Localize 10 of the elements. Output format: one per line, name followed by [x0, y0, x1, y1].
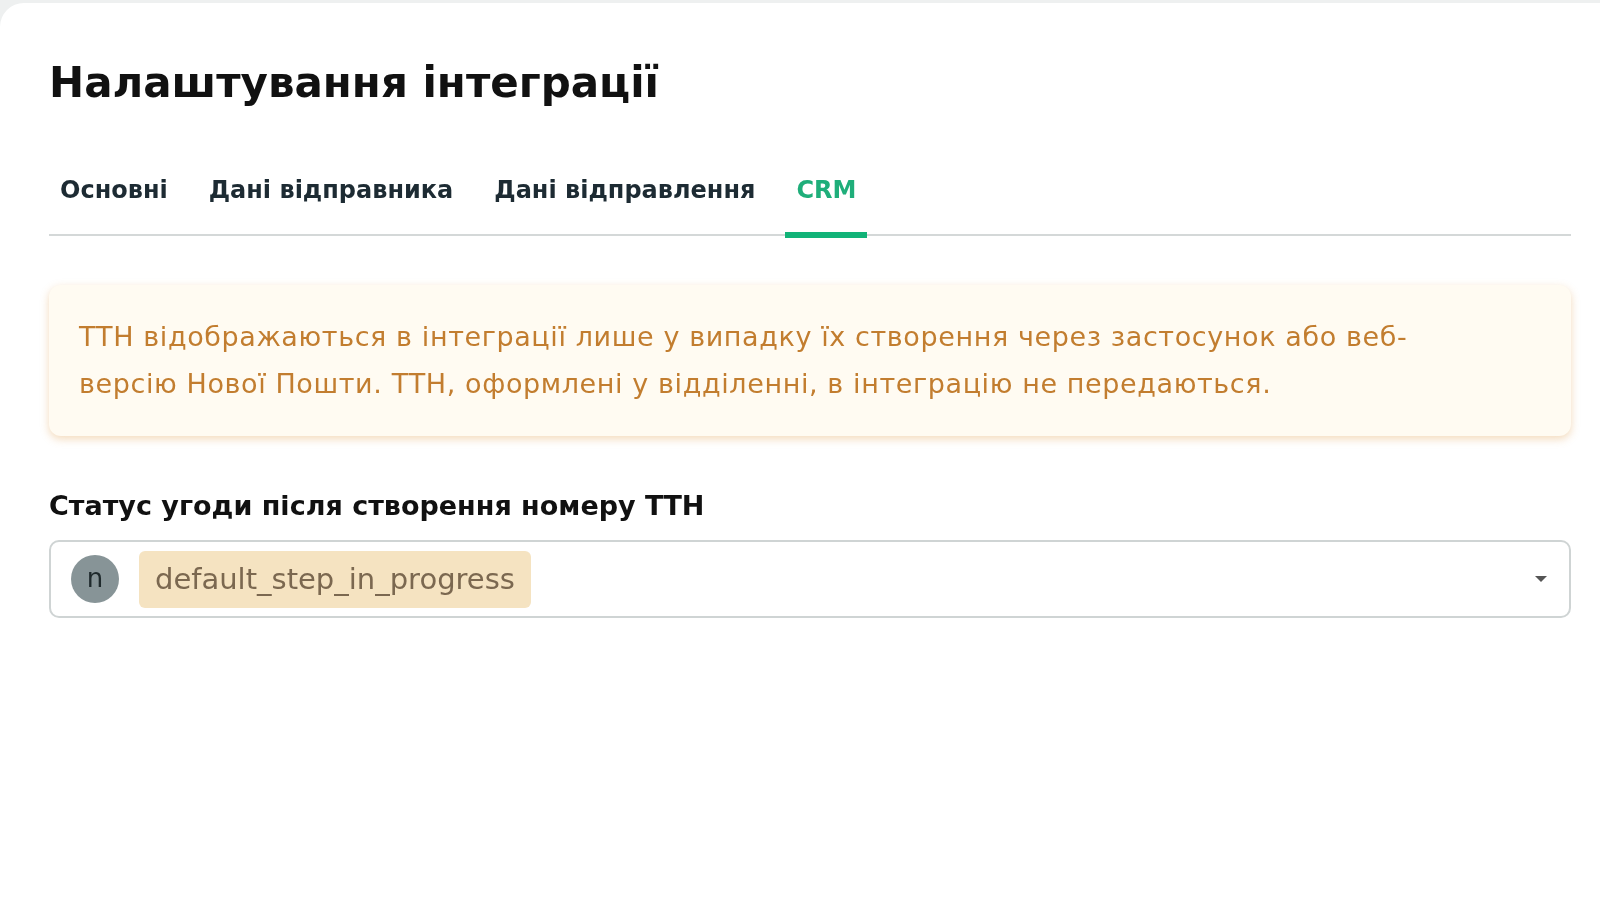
tab[interactable]: Дані відправника	[197, 175, 465, 238]
status-select[interactable]: n default_step_in_progress	[49, 540, 1571, 618]
avatar-letter: n	[71, 555, 119, 603]
page-title: Налаштування інтеграції	[49, 57, 660, 109]
notice-text: ТТН відображаються в інтеграції лише у випадку їх створення через застосунок або веб-версію Нової Пошти. ТТН, оформлені у відділенні, в інтеграцію не передаються.	[79, 320, 1409, 401]
tab[interactable]: Основні	[49, 175, 179, 238]
tab[interactable]: Дані відправлення	[483, 175, 767, 238]
caret-icon	[1535, 576, 1547, 582]
field-label: Статус угоди після створення номеру ТТН	[49, 489, 706, 523]
status-chip: default_step_in_progress	[139, 550, 531, 608]
